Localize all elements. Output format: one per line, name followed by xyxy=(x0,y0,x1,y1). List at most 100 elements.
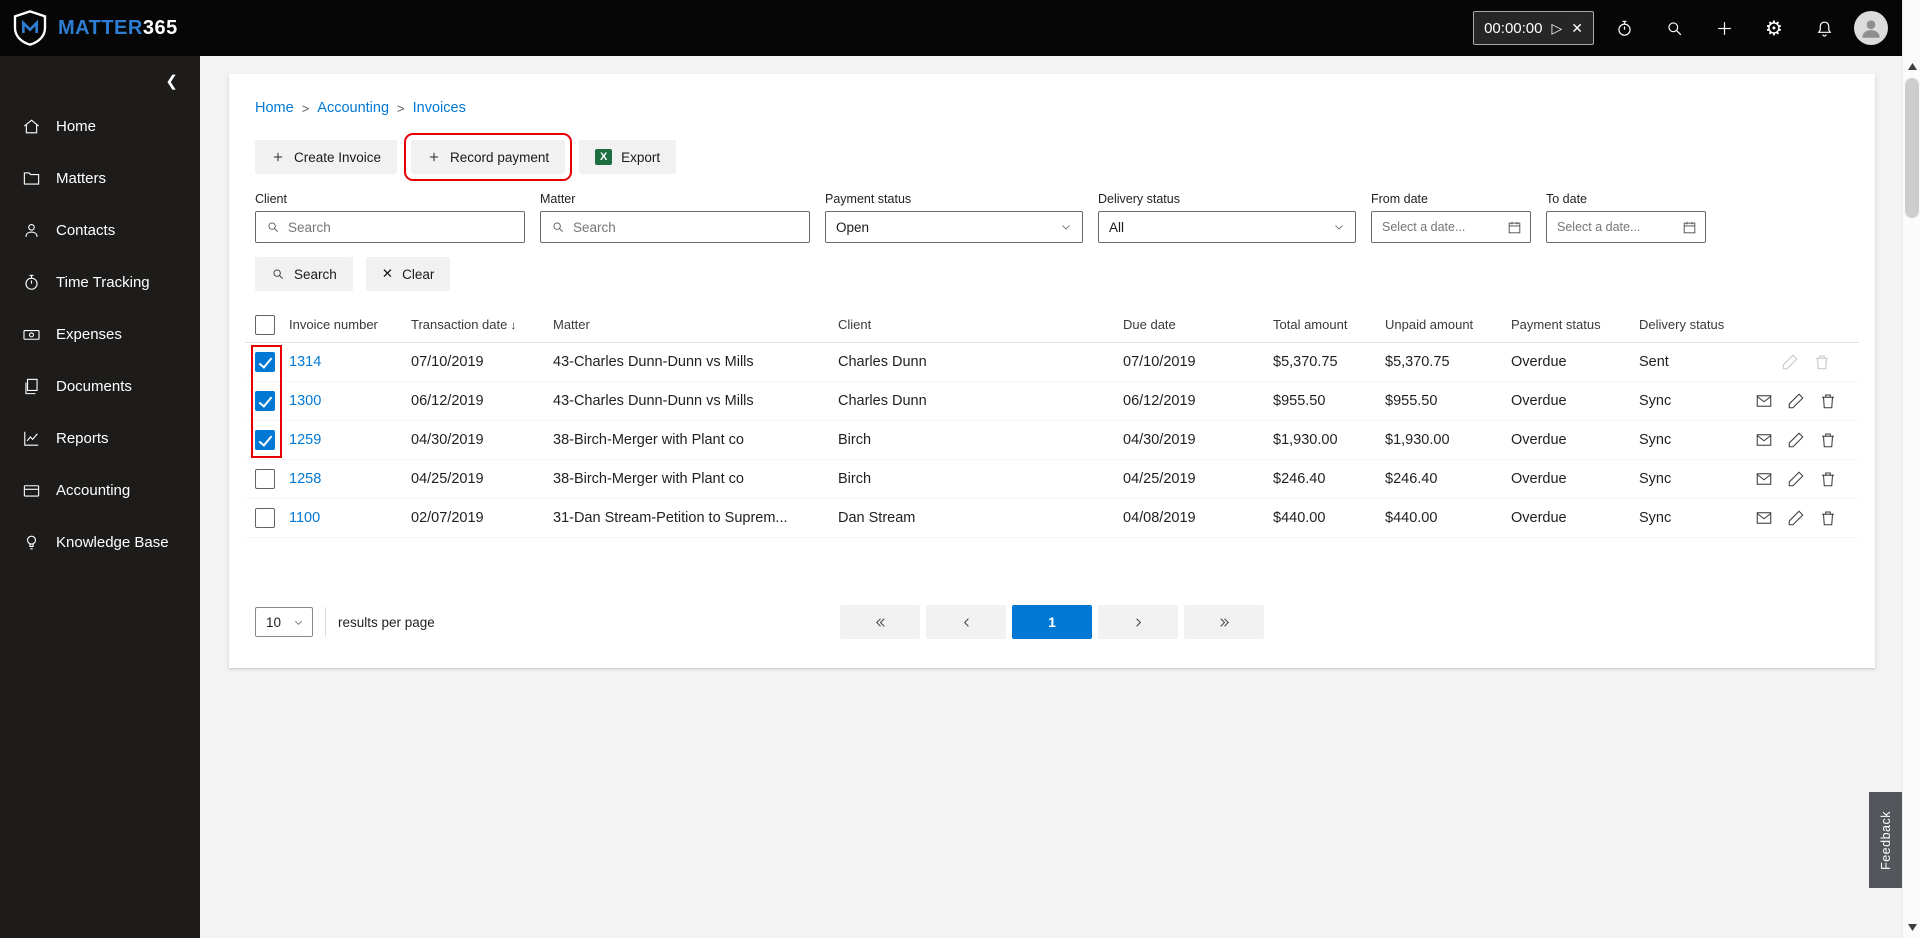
calendar-icon xyxy=(1683,221,1696,233)
search-icon[interactable] xyxy=(1654,8,1694,48)
timer-play-icon[interactable]: ▷ xyxy=(1551,20,1562,37)
invoice-number-link[interactable]: 1259 xyxy=(289,432,411,448)
row-checkbox[interactable] xyxy=(255,430,275,450)
row-checkbox[interactable] xyxy=(255,352,275,372)
feedback-tab[interactable]: Feedback xyxy=(1869,792,1902,888)
delete-icon[interactable] xyxy=(1819,431,1837,449)
sidebar-nav: ❮ Home Matters Contacts Time Tracking Ex… xyxy=(0,56,200,938)
from-date-filter-label: From date xyxy=(1371,192,1428,206)
column-transaction-date[interactable]: Transaction date ↓ xyxy=(411,317,553,332)
sidebar-item-time-tracking[interactable]: Time Tracking xyxy=(0,256,200,308)
to-date-filter-label: To date xyxy=(1546,192,1588,206)
pager: 1 xyxy=(840,605,1264,639)
sidebar-item-accounting[interactable]: Accounting xyxy=(0,464,200,516)
stopwatch-icon xyxy=(25,274,38,290)
payment-status-filter-label: Payment status xyxy=(825,192,912,206)
sidebar-item-contacts[interactable]: Contacts xyxy=(0,204,200,256)
invoice-number-link[interactable]: 1258 xyxy=(289,471,411,487)
record-payment-button[interactable]: Record payment xyxy=(404,133,573,181)
user-avatar[interactable] xyxy=(1854,11,1888,45)
row-checkbox[interactable] xyxy=(255,391,275,411)
delivery-status-filter-label: Delivery status xyxy=(1098,192,1180,206)
matter-search-field[interactable] xyxy=(573,219,809,235)
to-date-picker[interactable]: Select a date... xyxy=(1546,211,1706,243)
matter-search-input[interactable] xyxy=(540,211,810,243)
timer-widget[interactable]: 00:00:00 ▷ ✕ xyxy=(1473,11,1594,45)
client-search-input[interactable] xyxy=(255,211,525,243)
column-payment-status[interactable]: Payment status xyxy=(1511,317,1639,332)
search-button[interactable]: Search xyxy=(255,257,353,291)
first-page-button[interactable] xyxy=(840,605,920,639)
column-total-amount[interactable]: Total amount xyxy=(1273,317,1385,332)
sidebar-item-matters[interactable]: Matters xyxy=(0,152,200,204)
table-body: 1314 07/10/2019 43-Charles Dunn-Dunn vs … xyxy=(245,343,1859,538)
sidebar-item-expenses[interactable]: Expenses xyxy=(0,308,200,360)
breadcrumb-invoices[interactable]: Invoices xyxy=(413,100,466,116)
delete-icon[interactable] xyxy=(1819,392,1837,410)
timer-close-icon[interactable]: ✕ xyxy=(1571,20,1583,37)
scrollbar-thumb[interactable] xyxy=(1905,78,1919,218)
column-client[interactable]: Client xyxy=(838,317,1123,332)
stopwatch-icon[interactable] xyxy=(1604,8,1644,48)
filter-actions: Search ✕ Clear xyxy=(245,257,1859,291)
scroll-down-arrow[interactable] xyxy=(1903,919,1920,935)
per-page-select[interactable]: 10 xyxy=(255,607,313,637)
search-icon xyxy=(553,222,563,232)
per-page-label: results per page xyxy=(325,607,435,637)
previous-page-button[interactable] xyxy=(926,605,1006,639)
notifications-bell-icon[interactable] xyxy=(1804,8,1844,48)
sidebar-item-home[interactable]: Home xyxy=(0,100,200,152)
edit-icon[interactable] xyxy=(1787,392,1805,410)
clear-button[interactable]: ✕ Clear xyxy=(365,257,451,291)
select-all-checkbox[interactable] xyxy=(255,314,275,335)
export-button[interactable]: X Export xyxy=(579,140,677,174)
edit-icon[interactable] xyxy=(1787,509,1805,527)
home-icon xyxy=(24,118,39,133)
create-invoice-button[interactable]: Create Invoice xyxy=(255,140,398,174)
edit-icon[interactable] xyxy=(1781,353,1799,371)
mail-icon[interactable] xyxy=(1755,431,1773,449)
top-bar: MATTER365 00:00:00 ▷ ✕ ⚙ xyxy=(0,0,1902,56)
mail-icon[interactable] xyxy=(1755,392,1773,410)
column-invoice-number[interactable]: Invoice number xyxy=(289,317,411,332)
delivery-status-dropdown[interactable]: All xyxy=(1098,211,1356,243)
next-page-button[interactable] xyxy=(1098,605,1178,639)
last-page-button[interactable] xyxy=(1184,605,1264,639)
client-filter-label: Client xyxy=(255,192,287,206)
column-due-date[interactable]: Due date xyxy=(1123,317,1273,332)
edit-icon[interactable] xyxy=(1787,431,1805,449)
person-icon xyxy=(25,223,38,237)
breadcrumb-accounting[interactable]: Accounting xyxy=(317,100,389,116)
payment-status-dropdown[interactable]: Open xyxy=(825,211,1083,243)
settings-gear-icon[interactable]: ⚙ xyxy=(1754,8,1794,48)
invoice-number-link[interactable]: 1100 xyxy=(289,510,411,526)
row-checkbox[interactable] xyxy=(255,469,275,489)
column-unpaid-amount[interactable]: Unpaid amount xyxy=(1385,317,1511,332)
column-matter[interactable]: Matter xyxy=(553,317,838,332)
from-date-picker[interactable]: Select a date... xyxy=(1371,211,1531,243)
edit-icon[interactable] xyxy=(1787,470,1805,488)
column-delivery-status[interactable]: Delivery status xyxy=(1639,317,1755,332)
row-checkbox[interactable] xyxy=(255,508,275,528)
delete-icon[interactable] xyxy=(1819,509,1837,527)
invoice-number-link[interactable]: 1300 xyxy=(289,393,411,409)
money-icon xyxy=(23,329,40,340)
sidebar-item-knowledge-base[interactable]: Knowledge Base xyxy=(0,516,200,568)
sidebar-collapse-icon[interactable]: ❮ xyxy=(165,72,178,90)
mail-icon[interactable] xyxy=(1755,509,1773,527)
sidebar-item-documents[interactable]: Documents xyxy=(0,360,200,412)
delete-icon[interactable] xyxy=(1813,353,1831,371)
delete-icon[interactable] xyxy=(1819,470,1837,488)
client-search-field[interactable] xyxy=(288,219,524,235)
add-icon[interactable] xyxy=(1704,8,1744,48)
close-icon: ✕ xyxy=(381,266,394,281)
invoice-number-link[interactable]: 1314 xyxy=(289,354,411,370)
chevron-down-icon xyxy=(295,620,302,625)
mail-icon[interactable] xyxy=(1755,470,1773,488)
vertical-scrollbar[interactable] xyxy=(1902,0,1920,938)
scroll-up-arrow[interactable] xyxy=(1903,58,1920,74)
sidebar-item-reports[interactable]: Reports xyxy=(0,412,200,464)
app-logo: MATTER365 xyxy=(10,8,178,48)
page-1-button[interactable]: 1 xyxy=(1012,605,1092,639)
breadcrumb-home[interactable]: Home xyxy=(255,100,294,116)
